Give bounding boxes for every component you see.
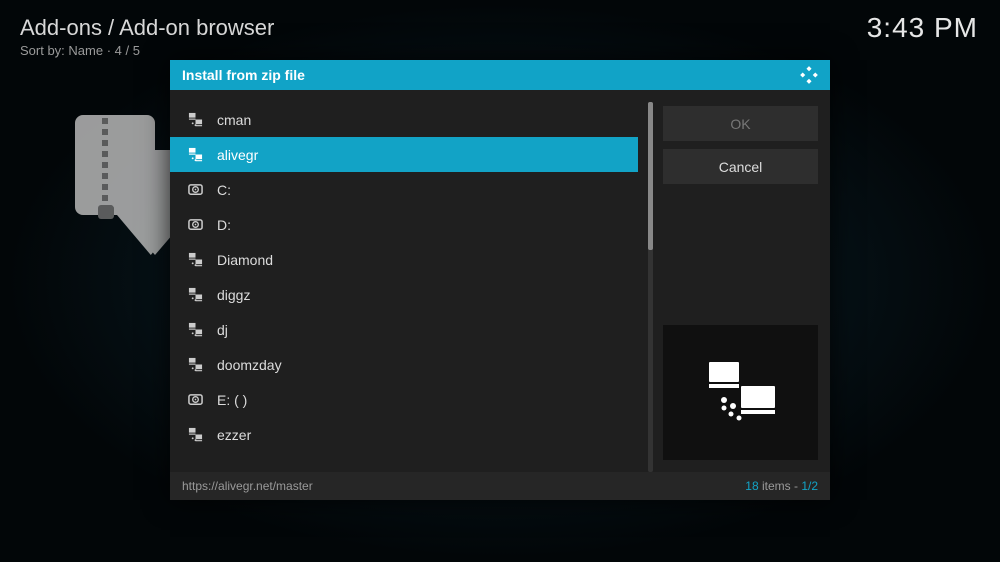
file-item-label: dj — [217, 322, 228, 338]
drive-icon — [188, 392, 203, 407]
file-item-dj[interactable]: dj — [170, 312, 638, 347]
page-header: Add-ons / Add-on browser Sort by: Name ·… — [20, 15, 274, 58]
file-item-label: Diamond — [217, 252, 273, 268]
dialog-side-panel: OK Cancel — [663, 102, 818, 472]
file-item-label: diggz — [217, 287, 250, 303]
file-item-label: ezzer — [217, 427, 251, 443]
cancel-button[interactable]: Cancel — [663, 149, 818, 184]
file-item-label: alivegr — [217, 147, 258, 163]
breadcrumb: Add-ons / Add-on browser — [20, 15, 274, 41]
file-item-e[interactable]: E: ( ) — [170, 382, 638, 417]
network-icon — [188, 112, 203, 127]
drive-icon — [188, 182, 203, 197]
network-icon — [188, 322, 203, 337]
dialog-titlebar: Install from zip file — [170, 60, 830, 90]
network-icon — [188, 287, 203, 302]
file-item-label: cman — [217, 112, 251, 128]
sort-indicator: Sort by: Name · 4 / 5 — [20, 43, 274, 58]
scrollbar-thumb[interactable] — [648, 102, 653, 250]
ok-button[interactable]: OK — [663, 106, 818, 141]
drive-icon — [188, 217, 203, 232]
file-item-label: C: — [217, 182, 231, 198]
dialog-footer: https://alivegr.net/master 18 items - 1/… — [170, 472, 830, 500]
network-icon — [188, 357, 203, 372]
file-item-c[interactable]: C: — [170, 172, 638, 207]
file-item-diamond[interactable]: Diamond — [170, 242, 638, 277]
source-preview — [663, 325, 818, 460]
footer-count: 18 items - 1/2 — [745, 479, 818, 493]
file-item-label: doomzday — [217, 357, 282, 373]
file-item-ezzer[interactable]: ezzer — [170, 417, 638, 452]
file-item-label: E: ( ) — [217, 392, 247, 408]
network-icon — [188, 427, 203, 442]
file-item-label: D: — [217, 217, 231, 233]
scrollbar[interactable] — [648, 102, 653, 472]
network-icon — [188, 252, 203, 267]
dialog-title: Install from zip file — [182, 67, 305, 83]
file-item-alivegr[interactable]: alivegr — [170, 137, 638, 172]
clock: 3:43 PM — [867, 12, 978, 44]
file-browser-list[interactable]: cman alivegr C: D: Diamond diggz dj doomzday E: … — [170, 102, 638, 472]
install-zip-dialog: Install from zip file cman alivegr C: D: Dia… — [170, 60, 830, 500]
file-item-cman[interactable]: cman — [170, 102, 638, 137]
footer-path: https://alivegr.net/master — [182, 479, 313, 493]
file-item-doomzday[interactable]: doomzday — [170, 347, 638, 382]
network-icon — [188, 147, 203, 162]
file-item-d[interactable]: D: — [170, 207, 638, 242]
zip-download-icon — [70, 110, 180, 290]
file-item-diggz[interactable]: diggz — [170, 277, 638, 312]
network-source-icon — [701, 360, 781, 425]
kodi-logo-icon — [800, 66, 818, 84]
